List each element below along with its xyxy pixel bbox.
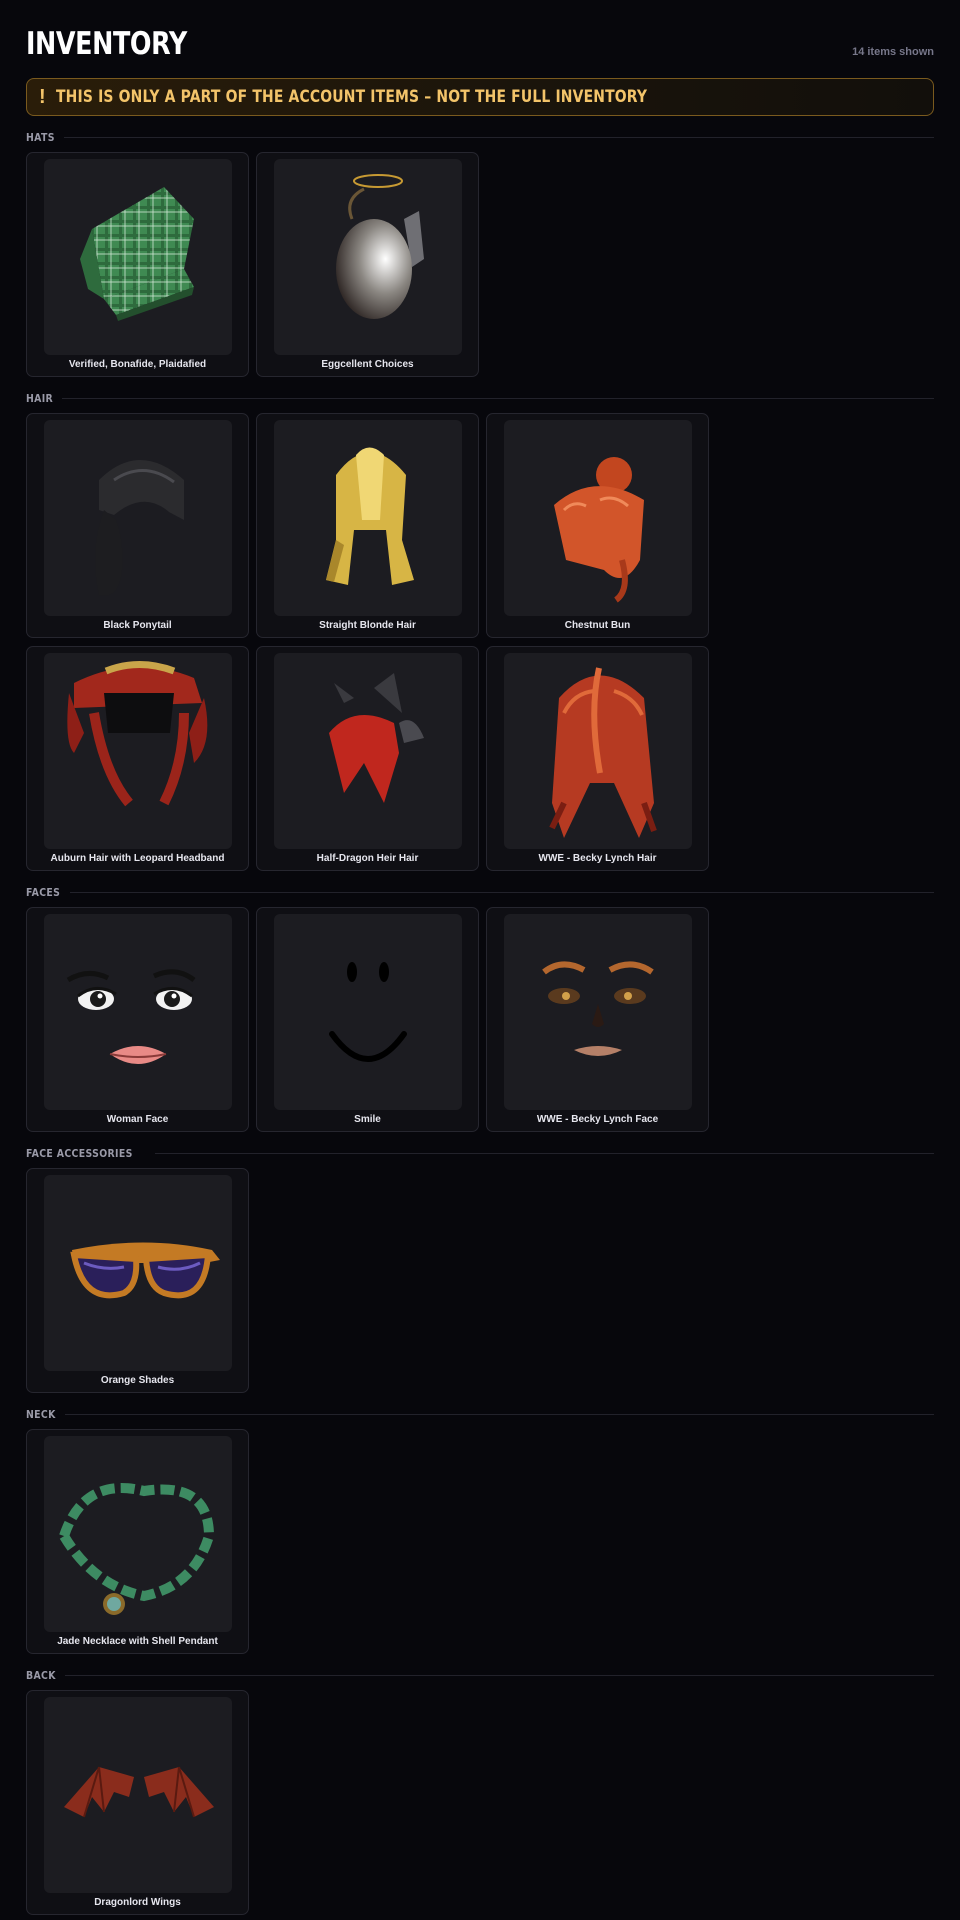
orange-shades-icon — [44, 1175, 232, 1371]
egg-icon — [274, 159, 462, 355]
item-name: Eggcellent Choices — [321, 359, 414, 370]
header: INVENTORY 14 items shown — [26, 0, 934, 78]
item-card[interactable]: Woman Face — [26, 907, 249, 1132]
section-face-accessories: FACE ACCESSORIES Orange Shades — [26, 1142, 934, 1393]
item-name: Jade Necklace with Shell Pendant — [57, 1636, 218, 1647]
inventory-page: INVENTORY 14 items shown ! THIS IS ONLY … — [0, 0, 960, 1920]
section-hats: HATS Verified, Bonafide, Plaidafied Eggc… — [26, 126, 934, 377]
item-name: WWE - Becky Lynch Face — [536, 1114, 659, 1125]
dragon-wings-icon — [44, 1697, 232, 1893]
warning-icon: ! — [39, 85, 46, 108]
section-divider — [70, 891, 934, 893]
plaid-cap-icon — [44, 159, 232, 355]
item-card[interactable]: Smile — [256, 907, 479, 1132]
section-header: HATS — [26, 126, 934, 148]
section-faces: FACES Woman Face Smile WWE - Becky Lynch… — [26, 881, 934, 1132]
item-card[interactable]: Chestnut Bun — [486, 413, 709, 638]
item-name: Straight Blonde Hair — [319, 620, 416, 631]
item-card[interactable]: Dragonlord Wings — [26, 1690, 249, 1915]
item-card[interactable]: WWE - Becky Lynch Hair — [486, 646, 709, 871]
woman-face-icon — [44, 914, 232, 1110]
section-header: BACK — [26, 1664, 934, 1686]
warning-banner: ! THIS IS ONLY A PART OF THE ACCOUNT ITE… — [26, 78, 934, 116]
jade-necklace-icon — [44, 1436, 232, 1632]
becky-face-icon — [504, 914, 692, 1110]
item-grid: Jade Necklace with Shell Pendant — [26, 1429, 934, 1654]
section-divider — [155, 1152, 934, 1154]
section-label: FACE ACCESSORIES — [26, 1146, 133, 1160]
item-grid: Woman Face Smile WWE - Becky Lynch Face — [26, 907, 934, 1132]
section-header: HAIR — [26, 387, 934, 409]
smile-face-icon — [274, 914, 462, 1110]
section-header: FACE ACCESSORIES — [26, 1142, 934, 1164]
page-title: INVENTORY — [26, 26, 187, 62]
item-name: WWE - Becky Lynch Hair — [538, 853, 657, 864]
item-name: Dragonlord Wings — [94, 1897, 181, 1908]
section-neck: NECK Jade Necklace with Shell Pendant — [26, 1403, 934, 1654]
item-name: Auburn Hair with Leopard Headband — [50, 853, 225, 864]
section-divider — [61, 397, 934, 399]
item-name: Chestnut Bun — [564, 620, 631, 631]
section-divider — [65, 1674, 934, 1676]
item-card[interactable]: Eggcellent Choices — [256, 152, 479, 377]
section-label: FACES — [26, 885, 61, 899]
item-card[interactable]: Straight Blonde Hair — [256, 413, 479, 638]
item-card[interactable]: Auburn Hair with Leopard Headband — [26, 646, 249, 871]
sections: HATS Verified, Bonafide, Plaidafied Eggc… — [26, 126, 934, 1915]
section-header: FACES — [26, 881, 934, 903]
item-card[interactable]: Black Ponytail — [26, 413, 249, 638]
item-name: Smile — [354, 1114, 381, 1125]
item-count: 14 items shown — [852, 46, 934, 58]
dragon-hair-icon — [274, 653, 462, 849]
section-hair: HAIR Black Ponytail Straight Blonde Hair… — [26, 387, 934, 871]
item-card[interactable]: Jade Necklace with Shell Pendant — [26, 1429, 249, 1654]
item-grid: Verified, Bonafide, Plaidafied Eggcellen… — [26, 152, 934, 377]
item-card[interactable]: Verified, Bonafide, Plaidafied — [26, 152, 249, 377]
item-name: Orange Shades — [100, 1375, 175, 1386]
auburn-hair-icon — [44, 653, 232, 849]
section-divider — [63, 136, 934, 138]
item-name: Black Ponytail — [103, 620, 172, 631]
section-label: BACK — [26, 1668, 56, 1682]
item-card[interactable]: Half-Dragon Heir Hair — [256, 646, 479, 871]
becky-hair-icon — [504, 653, 692, 849]
section-label: NECK — [26, 1407, 56, 1421]
item-name: Verified, Bonafide, Plaidafied — [68, 359, 207, 370]
section-back: BACK Dragonlord Wings — [26, 1664, 934, 1915]
section-label: HAIR — [26, 391, 54, 405]
black-ponytail-icon — [44, 420, 232, 616]
item-grid: Dragonlord Wings — [26, 1690, 934, 1915]
item-card[interactable]: Orange Shades — [26, 1168, 249, 1393]
section-label: HATS — [26, 130, 55, 144]
item-name: Half-Dragon Heir Hair — [316, 853, 419, 864]
section-header: NECK — [26, 1403, 934, 1425]
item-name: Woman Face — [106, 1114, 169, 1125]
blonde-hair-icon — [274, 420, 462, 616]
item-grid: Black Ponytail Straight Blonde Hair Ches… — [26, 413, 934, 871]
chestnut-bun-icon — [504, 420, 692, 616]
item-card[interactable]: WWE - Becky Lynch Face — [486, 907, 709, 1132]
item-grid: Orange Shades — [26, 1168, 934, 1393]
section-divider — [64, 1413, 934, 1415]
warning-text: THIS IS ONLY A PART OF THE ACCOUNT ITEMS… — [55, 87, 647, 107]
